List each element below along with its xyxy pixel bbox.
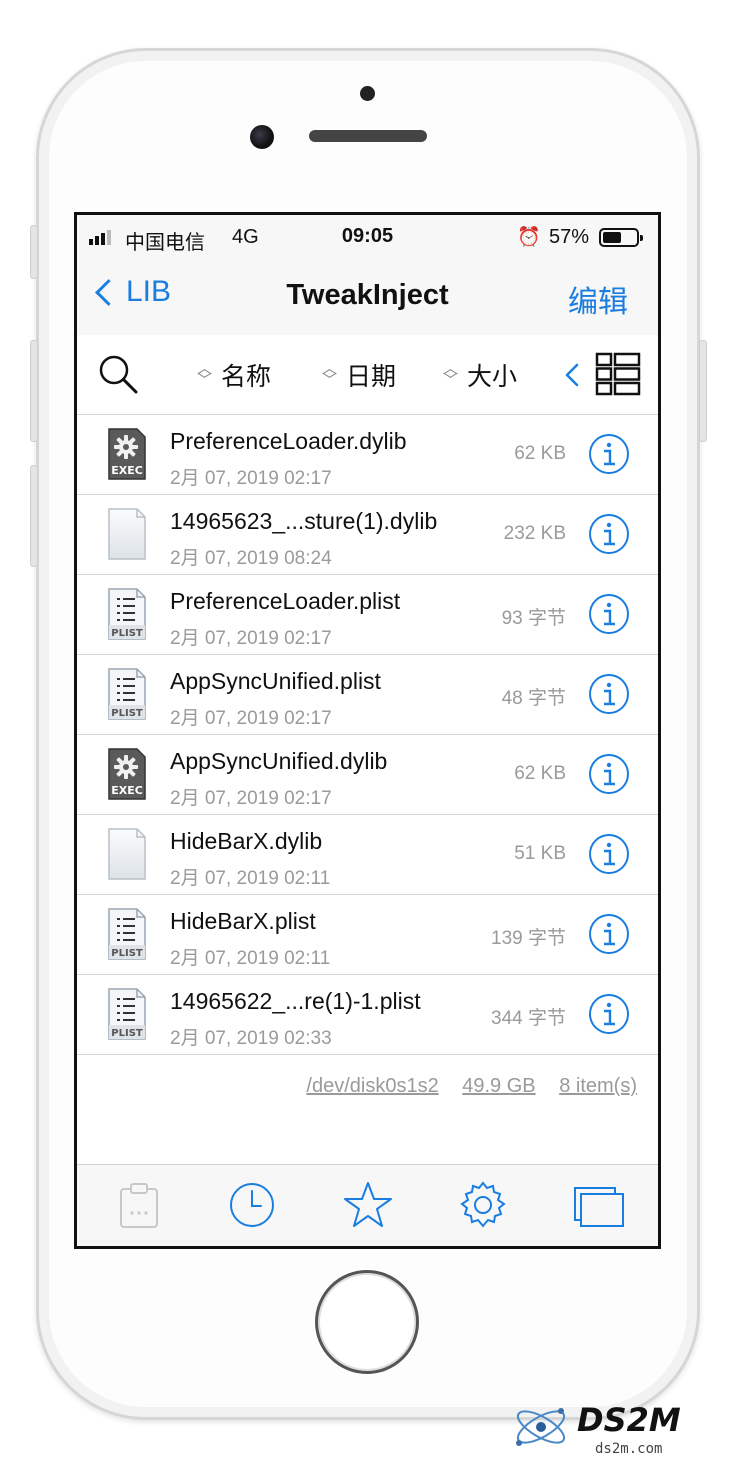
battery-icon [599, 228, 643, 247]
file-list: EXEC PreferenceLoader.dylib 2月 07, 2019 02… [77, 415, 658, 1055]
file-size: 344 字节 [491, 1008, 566, 1029]
sort-by-size-button[interactable]: ︿ ﹀ 大小 [443, 357, 517, 393]
chevron-left-icon[interactable] [559, 361, 587, 389]
screen: 中国电信 4G 09:05 ⏰ 57% LIB TweakInject 编辑 ︿… [74, 212, 661, 1249]
file-row[interactable]: PLIST PreferenceLoader.plist 2月 07, 2019 0… [77, 575, 658, 655]
file-date: 2月 07, 2019 02:17 [170, 468, 332, 489]
device-link[interactable]: /dev/disk0s1s2 [306, 1075, 438, 1097]
power-button [699, 340, 707, 442]
svg-text:DS2M: DS2M [577, 1401, 681, 1439]
status-bar: 中国电信 4G 09:05 ⏰ 57% [77, 215, 658, 261]
clock-icon[interactable] [226, 1179, 278, 1231]
watermark-logo: DS2M ds2m.com [516, 1401, 681, 1457]
windows-icon[interactable] [571, 1179, 627, 1231]
info-icon[interactable] [588, 513, 630, 555]
file-date: 2月 07, 2019 02:11 [170, 948, 331, 969]
exec-file-icon: EXEC [108, 748, 146, 800]
volume-down-button [30, 465, 38, 567]
tab-bar [77, 1164, 658, 1246]
storage-footer: /dev/disk0s1s2 49.9 GB 8 item(s) [77, 1075, 658, 1098]
file-date: 2月 07, 2019 08:24 [170, 548, 332, 569]
svg-text:PLIST: PLIST [111, 1028, 143, 1039]
svg-text:PLIST: PLIST [111, 948, 143, 959]
file-name: 14965623_...sture(1).dylib [170, 508, 438, 534]
file-size: 48 字节 [501, 688, 566, 709]
info-icon[interactable] [588, 993, 630, 1035]
file-size: 51 KB [514, 843, 566, 864]
file-row[interactable]: PLIST 14965622_...re(1)-1.plist 2月 07, 201… [77, 975, 658, 1055]
mute-switch [30, 225, 38, 279]
file-date: 2月 07, 2019 02:17 [170, 708, 332, 729]
file-row[interactable]: EXEC PreferenceLoader.dylib 2月 07, 2019 02… [77, 415, 658, 495]
sort-size-label: 大小 [467, 363, 518, 391]
alarm-clock-icon: ⏰ [517, 227, 541, 248]
capacity-link[interactable]: 49.9 GB [462, 1075, 535, 1097]
svg-text:ds2m.com: ds2m.com [595, 1441, 662, 1457]
info-icon[interactable] [588, 753, 630, 795]
clipboard-icon[interactable] [113, 1179, 165, 1231]
edit-button[interactable]: 编辑 [568, 277, 628, 321]
info-icon[interactable] [588, 673, 630, 715]
sort-date-label: 日期 [346, 363, 397, 391]
search-icon[interactable] [97, 353, 139, 395]
file-name: HideBarX.plist [170, 908, 316, 934]
file-size: 93 字节 [501, 608, 566, 629]
file-size: 232 KB [503, 523, 566, 544]
sort-arrows-icon: ︿ ﹀ [197, 360, 213, 389]
plist-file-icon: PLIST [108, 988, 146, 1040]
blank-file-icon [108, 828, 146, 880]
file-date: 2月 07, 2019 02:17 [170, 628, 332, 649]
battery-percent: 57% [549, 226, 590, 248]
info-icon[interactable] [588, 913, 630, 955]
file-name: AppSyncUnified.plist [170, 668, 381, 694]
file-date: 2月 07, 2019 02:11 [170, 868, 331, 889]
svg-text:EXEC: EXEC [111, 464, 143, 477]
list-view-icon[interactable] [595, 351, 641, 397]
volume-up-button [30, 340, 38, 442]
file-name: PreferenceLoader.dylib [170, 428, 407, 454]
file-row[interactable]: 14965623_...sture(1).dylib 2月 07, 2019 08… [77, 495, 658, 575]
file-row[interactable]: PLIST HideBarX.plist 2月 07, 2019 02:11 139 … [77, 895, 658, 975]
file-date: 2月 07, 2019 02:17 [170, 788, 332, 809]
file-row[interactable]: PLIST AppSyncUnified.plist 2月 07, 2019 02:… [77, 655, 658, 735]
file-name: 14965622_...re(1)-1.plist [170, 988, 421, 1014]
sort-arrows-icon: ︿ ﹀ [443, 360, 459, 389]
navigation-bar: LIB TweakInject 编辑 [77, 261, 658, 336]
svg-text:PLIST: PLIST [111, 708, 143, 719]
front-camera [250, 125, 274, 149]
sort-by-name-button[interactable]: ︿ ﹀ 名称 [197, 357, 271, 393]
file-name: PreferenceLoader.plist [170, 588, 401, 614]
svg-text:EXEC: EXEC [111, 784, 143, 797]
proximity-sensor [360, 86, 375, 101]
item-count-link[interactable]: 8 item(s) [559, 1075, 637, 1097]
blank-file-icon [108, 508, 146, 560]
plist-file-icon: PLIST [108, 588, 146, 640]
sort-by-date-button[interactable]: ︿ ﹀ 日期 [322, 357, 396, 393]
gear-icon[interactable] [457, 1179, 509, 1231]
star-icon[interactable] [342, 1179, 394, 1231]
file-size: 62 KB [514, 443, 566, 464]
info-icon[interactable] [588, 433, 630, 475]
file-name: AppSyncUnified.dylib [170, 748, 388, 774]
home-button[interactable] [315, 1270, 419, 1374]
file-size: 139 字节 [491, 928, 566, 949]
sort-arrows-icon: ︿ ﹀ [322, 360, 338, 389]
info-icon[interactable] [588, 833, 630, 875]
info-icon[interactable] [588, 593, 630, 635]
file-date: 2月 07, 2019 02:33 [170, 1028, 332, 1049]
file-row[interactable]: EXEC AppSyncUnified.dylib 2月 07, 2019 02:1… [77, 735, 658, 815]
svg-text:PLIST: PLIST [111, 628, 143, 639]
earpiece-speaker [309, 130, 427, 142]
sort-name-label: 名称 [221, 363, 272, 391]
file-name: HideBarX.dylib [170, 828, 323, 854]
file-size: 62 KB [514, 763, 566, 784]
sort-toolbar: ︿ ﹀ 名称 ︿ ﹀ 日期 ︿ ﹀ 大小 [77, 335, 658, 415]
plist-file-icon: PLIST [108, 908, 146, 960]
plist-file-icon: PLIST [108, 668, 146, 720]
exec-file-icon: EXEC [108, 428, 146, 480]
file-row[interactable]: HideBarX.dylib 2月 07, 2019 02:11 51 KB [77, 815, 658, 895]
